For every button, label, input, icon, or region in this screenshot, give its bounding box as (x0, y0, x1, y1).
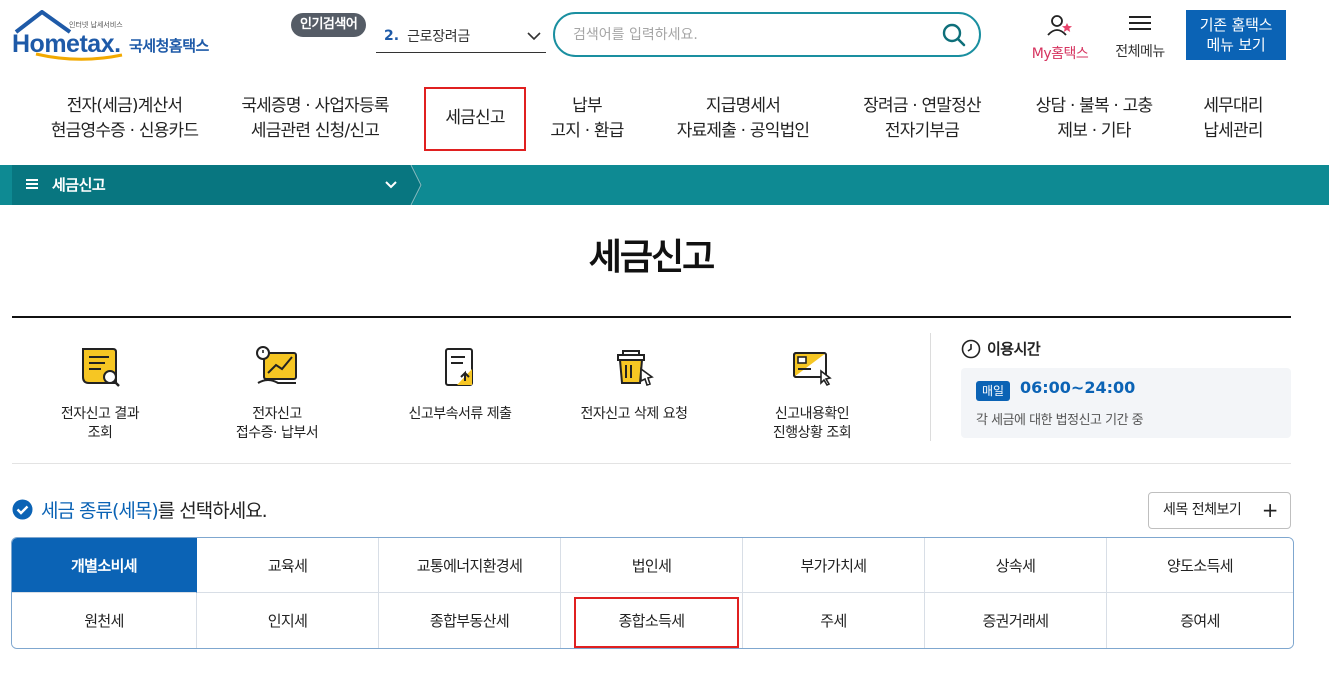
gnb-item-statements[interactable]: 지급명세서 자료제출 · 공익법인 (661, 94, 825, 144)
tax-cell-education[interactable]: 교육세 (197, 538, 379, 593)
search-input[interactable] (573, 24, 923, 46)
user-star-icon (1047, 15, 1072, 36)
view-all-label: 세목 전체보기 (1163, 502, 1242, 518)
gnb-item-certificate[interactable]: 국세증명 · 사업자등록 세금관련 신청/신고 (226, 94, 404, 144)
tax-cell-liquor[interactable]: 주세 (743, 593, 925, 648)
service-label-line1: 전자신고 삭제 요청 (580, 406, 688, 422)
gnb-line2: 현금영수증 · 신용카드 (50, 121, 199, 141)
my-hometax-button[interactable]: My홈택스 (1024, 14, 1096, 63)
gnb-line2: 자료제출 · 공익법인 (676, 121, 810, 141)
gnb-line2: 납세관리 (1203, 121, 1263, 141)
breadcrumb-arrow-icon (405, 165, 422, 205)
hometax-logo[interactable]: 인터넷 납세서비스 Hometax. 국세청홈택스 (12, 10, 232, 62)
usage-time-box: 매일 06:00~24:00 각 세금에 대한 법정신고 기간 중 (961, 368, 1291, 438)
highlight-box-gnb (424, 87, 526, 151)
gnb-line2: 고지 · 환급 (550, 121, 624, 141)
tax-cell-stamp[interactable]: 인지세 (197, 593, 379, 648)
service-receipt[interactable]: 전자신고 접수증· 납부서 (202, 343, 352, 443)
logo-tagline: 인터넷 납세서비스 (69, 21, 123, 29)
tax-cell-corporate[interactable]: 법인세 (561, 538, 743, 593)
service-label-line2: 조회 (87, 425, 113, 441)
chevron-down-icon[interactable] (384, 178, 398, 192)
service-delete-request[interactable]: 전자신고 삭제 요청 (559, 343, 709, 424)
service-label-line1: 전자신고 결과 (60, 406, 140, 422)
tax-cell-vat[interactable]: 부가가치세 (743, 538, 925, 593)
logo-korean-name: 국세청홈택스 (129, 37, 209, 55)
all-menu-button[interactable]: 전체메뉴 (1108, 14, 1172, 61)
popular-search-dropdown[interactable]: 2. 근로장려금 (376, 20, 546, 53)
usage-hours: 06:00~24:00 (1020, 378, 1136, 397)
check-circle-icon (12, 499, 33, 520)
logo-swoosh-icon (35, 52, 123, 61)
tax-cell-individual-consumption[interactable]: 개별소비세 (12, 538, 197, 593)
usage-note: 각 세금에 대한 법정신고 기간 중 (976, 413, 1144, 428)
gnb-line1: 전자(세금)계산서 (66, 96, 183, 116)
all-menu-label: 전체메뉴 (1115, 44, 1165, 60)
heading-accent-text: 세금 종류(세목) (41, 500, 159, 522)
section-divider (12, 463, 1291, 464)
classic-menu-line1: 기존 홈택스 (1199, 16, 1273, 34)
tax-cell-gift[interactable]: 증여세 (1107, 593, 1293, 648)
service-label-line1: 신고부속서류 제출 (408, 406, 513, 422)
gnb-line2: 세금관련 신청/신고 (250, 121, 380, 141)
chevron-down-icon (527, 32, 541, 41)
tax-cell-securities-transaction[interactable]: 증권거래세 (925, 593, 1107, 648)
receipt-chart-icon (256, 346, 297, 384)
sub-navigation-bar: 세금신고 (0, 165, 1329, 205)
gnb-line2: 제보 · 기타 (1057, 121, 1131, 141)
title-divider (12, 316, 1291, 318)
service-progress-check[interactable]: 신고내용확인 진행상황 조회 (737, 343, 887, 443)
tax-cell-capital-gains[interactable]: 양도소득세 (1107, 538, 1293, 593)
popular-search-badge: 인기검색어 (291, 13, 367, 37)
hamburger-icon (1129, 16, 1151, 30)
list-icon (26, 179, 38, 189)
gnb-item-incentive[interactable]: 장려금 · 연말정산 전자기부금 (848, 94, 996, 144)
service-label-line2: 접수증· 납부서 (235, 425, 319, 441)
clock-icon (961, 339, 981, 358)
plus-icon: + (1261, 498, 1279, 522)
tax-cell-comprehensive-property[interactable]: 종합부동산세 (379, 593, 561, 648)
gnb-line1: 지급명세서 (705, 96, 781, 116)
heading-rest-text: 를 선택하세요. (157, 500, 268, 522)
search-box (553, 12, 981, 57)
gnb-item-agent[interactable]: 세무대리 납세관리 (1188, 94, 1278, 144)
vertical-divider (930, 333, 931, 441)
view-all-tax-button[interactable]: 세목 전체보기 + (1148, 492, 1291, 529)
service-label-line1: 전자신고 (252, 406, 302, 422)
result-search-icon (82, 348, 120, 387)
service-report-result[interactable]: 전자신고 결과 조회 (25, 343, 175, 443)
usage-time-label: 이용시간 (987, 340, 1041, 358)
daily-badge: 매일 (976, 381, 1011, 401)
usage-time-title: 이용시간 (961, 338, 1041, 359)
gnb-line1: 납부 (572, 96, 602, 116)
subbar-title: 세금신고 (52, 176, 106, 194)
my-hometax-label: My홈택스 (1031, 46, 1089, 62)
progress-check-icon (793, 352, 832, 387)
popular-keyword: 근로장려금 (407, 29, 470, 45)
search-icon[interactable] (941, 22, 967, 48)
gnb-line1: 국세증명 · 사업자등록 (241, 96, 389, 116)
page-title: 세금신고 (588, 237, 715, 278)
gnb-line1: 상담 · 불복 · 고충 (1035, 96, 1153, 116)
service-attachment-submit[interactable]: 신고부속서류 제출 (385, 343, 535, 424)
tax-cell-traffic-energy[interactable]: 교통에너지환경세 (379, 538, 561, 593)
tax-cell-inheritance[interactable]: 상속세 (925, 538, 1107, 593)
classic-menu-line2: 메뉴 보기 (1206, 36, 1266, 54)
gnb-item-payment[interactable]: 납부 고지 · 환급 (536, 94, 638, 144)
service-label-line1: 신고내용확인 (774, 406, 850, 422)
highlight-box-tax (574, 597, 739, 648)
trash-click-icon (617, 350, 654, 387)
gnb-line2: 전자기부금 (884, 121, 960, 141)
gnb-item-consult[interactable]: 상담 · 불복 · 고충 제보 · 기타 (1018, 94, 1170, 144)
classic-menu-button[interactable]: 기존 홈택스 메뉴 보기 (1186, 10, 1286, 60)
tax-type-heading: 세금 종류(세목) 를 선택하세요. (12, 496, 268, 523)
popular-rank: 2. (384, 28, 400, 44)
service-label-line2: 진행상황 조회 (772, 425, 852, 441)
gnb-line1: 장려금 · 연말정산 (863, 96, 982, 116)
gnb-line1: 세무대리 (1203, 96, 1263, 116)
gnb-item-invoice[interactable]: 전자(세금)계산서 현금영수증 · 신용카드 (42, 94, 207, 144)
tax-cell-withholding[interactable]: 원천세 (12, 593, 197, 648)
document-upload-icon (445, 348, 473, 386)
